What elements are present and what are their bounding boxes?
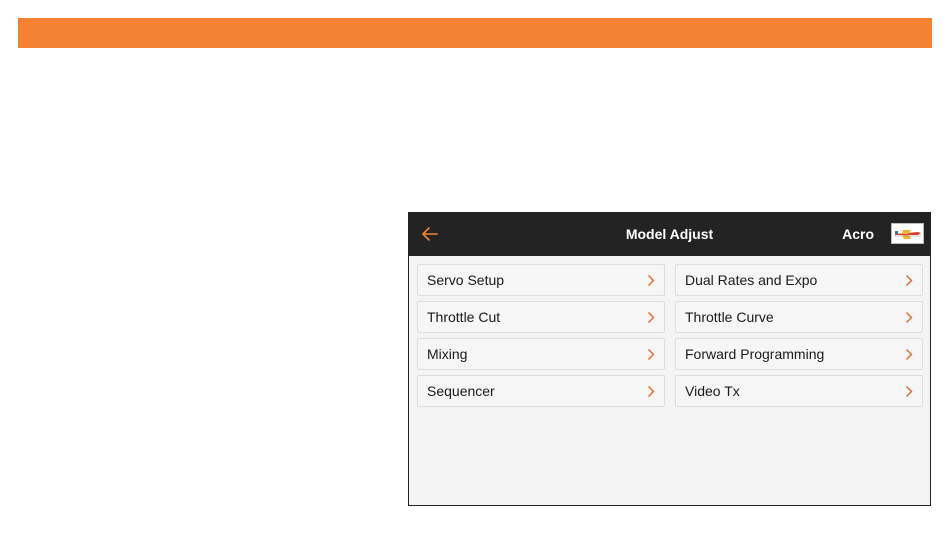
accent-banner (18, 18, 932, 48)
transmitter-screen: Model Adjust Acro Servo Setup Throttle C… (408, 212, 931, 506)
chevron-right-icon (647, 385, 655, 398)
menu-item-servo-setup[interactable]: Servo Setup (417, 264, 665, 296)
menu-item-mixing[interactable]: Mixing (417, 338, 665, 370)
chevron-right-icon (647, 348, 655, 361)
menu-item-sequencer[interactable]: Sequencer (417, 375, 665, 407)
menu-item-label: Dual Rates and Expo (685, 272, 818, 288)
chevron-right-icon (905, 385, 913, 398)
chevron-right-icon (647, 311, 655, 324)
menu-item-forward-programming[interactable]: Forward Programming (675, 338, 923, 370)
chevron-right-icon (905, 311, 913, 324)
airplane-thumbnail-icon[interactable] (891, 223, 924, 244)
menu-item-dual-rates-expo[interactable]: Dual Rates and Expo (675, 264, 923, 296)
menu-item-label: Forward Programming (685, 346, 825, 362)
menu-item-throttle-cut[interactable]: Throttle Cut (417, 301, 665, 333)
chevron-right-icon (905, 274, 913, 287)
menu-item-label: Servo Setup (427, 272, 505, 288)
menu-item-throttle-curve[interactable]: Throttle Curve (675, 301, 923, 333)
menu-item-label: Mixing (427, 346, 468, 362)
screen-header: Model Adjust Acro (409, 213, 930, 256)
back-button[interactable] (419, 223, 441, 245)
menu-item-video-tx[interactable]: Video Tx (675, 375, 923, 407)
chevron-right-icon (905, 348, 913, 361)
menu-item-label: Throttle Curve (685, 309, 774, 325)
menu-item-label: Throttle Cut (427, 309, 501, 325)
back-arrow-icon (419, 223, 441, 245)
model-name[interactable]: Acro (842, 213, 874, 256)
menu-item-label: Video Tx (685, 383, 740, 399)
chevron-right-icon (647, 274, 655, 287)
menu-item-label: Sequencer (427, 383, 495, 399)
page: Model Adjust Acro Servo Setup Throttle C… (0, 0, 950, 534)
